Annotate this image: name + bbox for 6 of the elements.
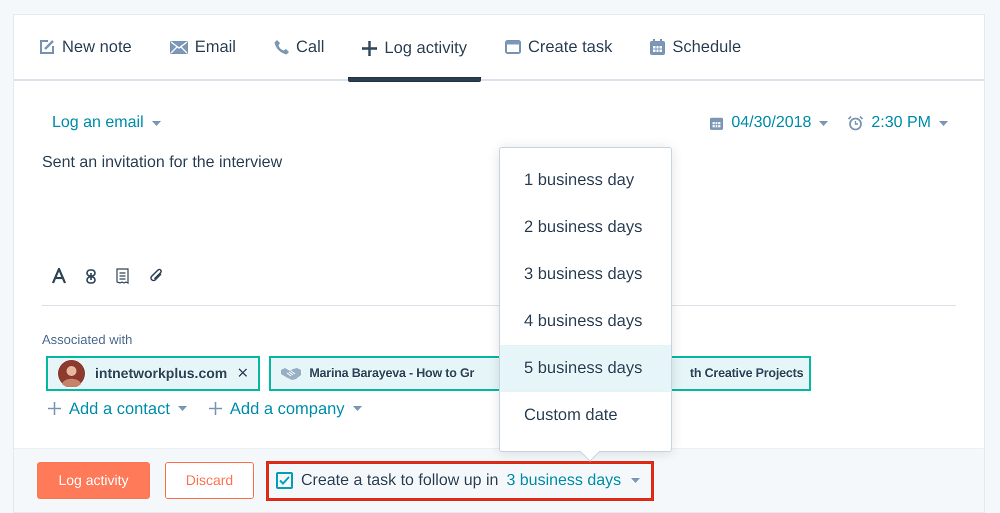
note-text: Sent an invitation for the interview: [42, 154, 282, 171]
associated-label: Associated with: [42, 331, 134, 349]
follow-up-label: Create a task to follow up in: [301, 470, 498, 490]
association-name: intnetworkplus.com: [95, 364, 228, 383]
association-name: th Creative Projects: [690, 364, 804, 382]
association-name: Marina Barayeva - How to Gr: [309, 364, 474, 382]
